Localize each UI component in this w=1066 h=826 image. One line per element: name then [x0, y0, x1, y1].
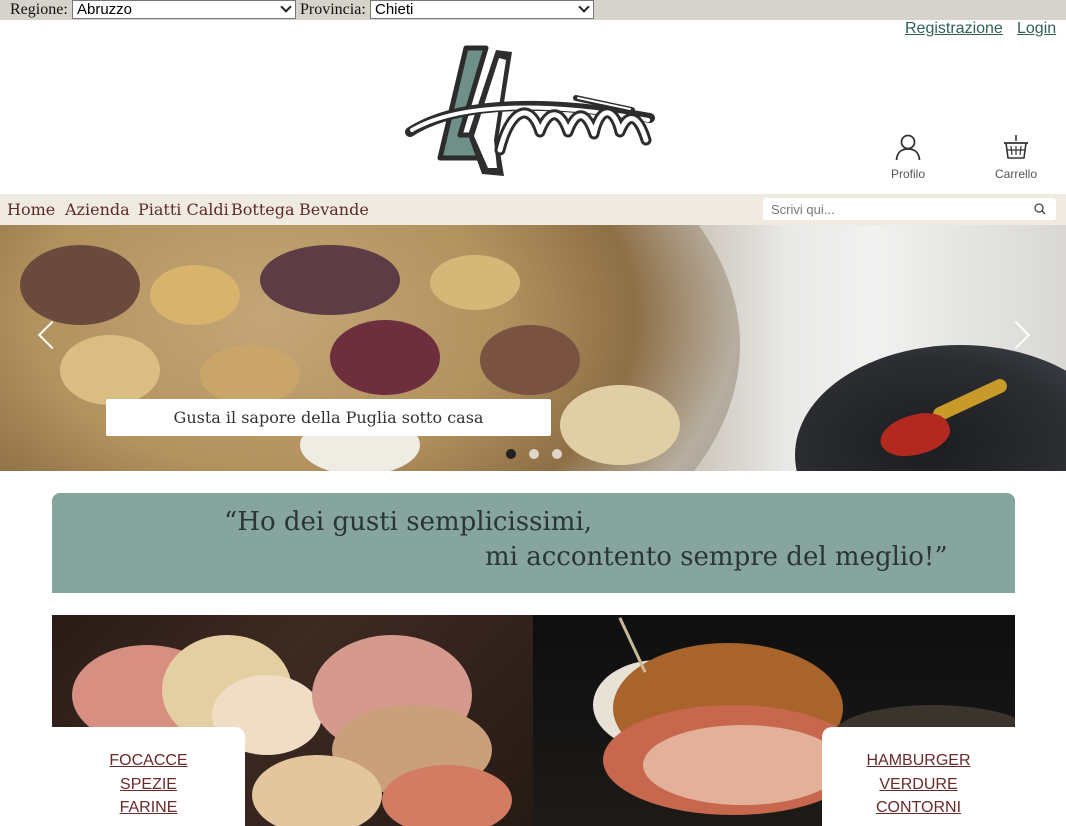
province-select[interactable]: Chieti	[370, 0, 594, 19]
profile-button[interactable]: Profilo	[878, 133, 938, 181]
category-link-farine[interactable]: FARINE	[52, 796, 245, 820]
search-box	[763, 198, 1056, 220]
quote-line-1: “Ho dei gusti semplicissimi,	[224, 507, 593, 537]
profile-label: Profilo	[890, 167, 925, 181]
category-link-hamburger[interactable]: HAMBURGER	[822, 749, 1015, 773]
cart-button[interactable]: Carrello	[986, 133, 1046, 181]
search-input[interactable]	[771, 201, 1021, 217]
brand-logo[interactable]	[400, 40, 665, 182]
search-icon[interactable]	[1034, 203, 1046, 215]
basket-icon	[1004, 135, 1028, 159]
category-link-spezie[interactable]: SPEZIE	[52, 773, 245, 797]
nav-item-home[interactable]: Home	[7, 200, 55, 219]
hero-bowl	[795, 345, 1066, 471]
quote-line-2: mi accontento sempre del meglio!”	[485, 542, 948, 572]
location-filter-bar: Regione: Abruzzo Provincia: Chieti	[0, 0, 1066, 20]
region-select-value: Abruzzo	[77, 1, 133, 18]
category-link-contorni[interactable]: CONTORNI	[822, 796, 1015, 820]
province-select-value: Chieti	[375, 1, 414, 18]
region-select[interactable]: Abruzzo	[72, 0, 296, 19]
nav-item-bevande[interactable]: Bevande	[299, 200, 369, 219]
register-link[interactable]: Registrazione	[905, 20, 1003, 38]
category-link-verdure[interactable]: VERDURE	[822, 773, 1015, 797]
user-icon	[895, 134, 921, 161]
category-link-focacce[interactable]: FOCACCE	[52, 749, 245, 773]
nav-item-piatti-caldi[interactable]: Piatti Caldi	[138, 200, 229, 219]
carousel-dot-1[interactable]	[506, 449, 516, 459]
nav-item-azienda[interactable]: Azienda	[65, 200, 130, 219]
cart-label: Carrello	[994, 167, 1037, 181]
login-link[interactable]: Login	[1017, 20, 1056, 38]
chevron-down-icon	[578, 1, 590, 13]
hero-caption: Gusta il sapore della Puglia sotto casa	[106, 399, 551, 436]
province-label: Provincia:	[300, 1, 366, 18]
carousel-dot-3[interactable]	[552, 449, 562, 459]
region-label: Regione:	[10, 1, 68, 18]
chevron-down-icon	[280, 1, 292, 13]
quote-banner: “Ho dei gusti semplicissimi, mi acconten…	[52, 493, 1015, 593]
nav-item-bottega[interactable]: Bottega	[231, 200, 295, 219]
category-links-left: FOCACCE SPEZIE FARINE	[52, 727, 245, 826]
category-links-right: HAMBURGER VERDURE CONTORNI	[822, 727, 1015, 826]
carousel-dot-2[interactable]	[529, 449, 539, 459]
